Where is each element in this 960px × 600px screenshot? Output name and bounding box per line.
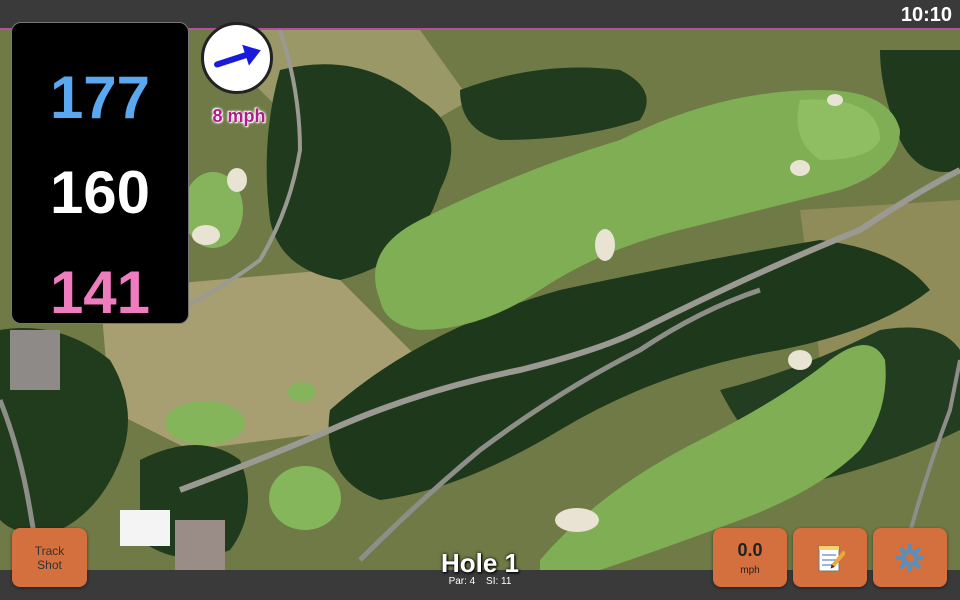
distance-panel: 177 160 141 bbox=[11, 22, 189, 324]
notepad-icon bbox=[818, 545, 845, 571]
clock: 10:10 bbox=[900, 4, 952, 26]
arrow-right-icon bbox=[214, 44, 261, 68]
settings-button[interactable] bbox=[873, 528, 947, 587]
track-shot-button[interactable]: Track Shot bbox=[12, 528, 87, 587]
hole-stroke-index: SI: 11 bbox=[486, 576, 512, 587]
speed-button[interactable]: 0.0 mph bbox=[713, 528, 787, 587]
track-shot-label-line1: Track bbox=[34, 543, 65, 558]
track-shot-label-line2: Shot bbox=[37, 557, 62, 572]
wind-indicator[interactable] bbox=[201, 22, 273, 94]
hole-par: Par: 4 bbox=[448, 576, 476, 587]
speed-unit: mph bbox=[740, 564, 760, 576]
back-distance: 177 bbox=[49, 64, 151, 131]
front-distance: 141 bbox=[49, 259, 151, 326]
notes-button[interactable] bbox=[793, 528, 867, 587]
hole-details: Par: 4 SI: 11 bbox=[380, 576, 580, 587]
wind-speed: 8 mph bbox=[212, 106, 266, 126]
gear-icon bbox=[896, 543, 924, 572]
hole-title: Hole 1 bbox=[440, 548, 520, 578]
speed-value: 0.0 bbox=[737, 539, 763, 560]
middle-distance: 160 bbox=[49, 159, 151, 226]
